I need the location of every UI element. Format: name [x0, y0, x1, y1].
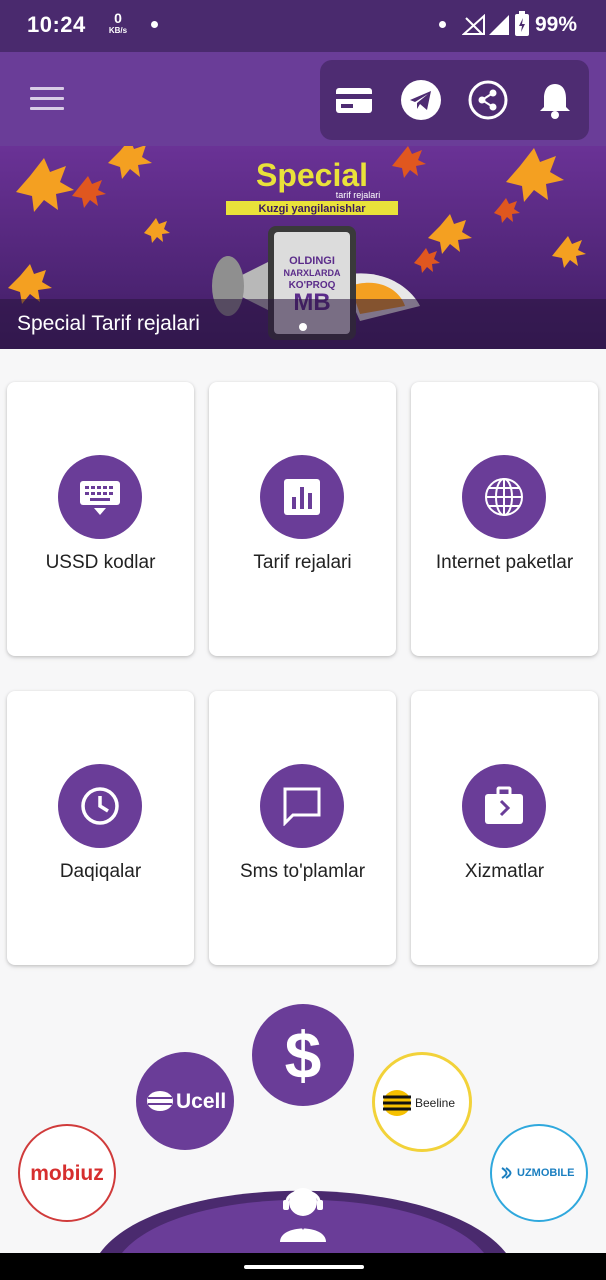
support-agent-icon[interactable]	[276, 1180, 330, 1242]
battery-percent: 99%	[535, 13, 578, 36]
operator-uzmobile[interactable]: UZMOBILE	[490, 1124, 588, 1222]
svg-text:NARXLARDA: NARXLARDA	[284, 268, 341, 278]
card-icon[interactable]	[334, 80, 374, 120]
network-speed: 0 KB/s	[108, 10, 128, 36]
globe-icon	[462, 455, 546, 539]
battery-icon	[515, 11, 529, 36]
menu-card-label: USSD kodlar	[45, 552, 156, 573]
clock-icon	[58, 764, 142, 848]
carousel-indicator[interactable]	[299, 323, 307, 331]
svg-text:Kuzgi yangilanishlar: Kuzgi yangilanishlar	[259, 203, 367, 215]
menu-card-label: Daqiqalar	[59, 861, 142, 882]
operator-mobiuz[interactable]: mobiuz	[18, 1124, 116, 1222]
menu-card-services[interactable]: Xizmatlar	[411, 691, 598, 965]
home-gesture-bar[interactable]	[244, 1265, 364, 1269]
menu-card-internet[interactable]: Internet paketlar	[411, 382, 598, 656]
system-nav-bar	[0, 1253, 606, 1280]
telegram-icon[interactable]	[401, 80, 441, 120]
hamburger-menu-icon[interactable]	[30, 87, 64, 111]
svg-text:tarif rejalari: tarif rejalari	[336, 190, 381, 200]
share-icon[interactable]	[468, 80, 508, 120]
briefcase-icon	[462, 764, 546, 848]
status-bar: 10:24 0 KB/s 99%	[0, 0, 606, 52]
promo-banner[interactable]: Special tarif rejalari Kuzgi yangilanish…	[0, 146, 606, 349]
menu-card-label: Sms to'plamlar	[239, 861, 366, 882]
balance-button[interactable]: $	[252, 1004, 354, 1106]
wifi-off-icon	[462, 14, 485, 35]
bell-icon[interactable]	[535, 80, 575, 120]
app-bar	[0, 52, 606, 146]
svg-text:OLDINGI: OLDINGI	[289, 255, 335, 267]
menu-card-ussd[interactable]: USSD kodlar	[7, 382, 194, 656]
bar-chart-icon	[260, 455, 344, 539]
menu-card-label: Tarif rejalari	[253, 552, 352, 573]
menu-card-label: Internet paketlar	[435, 552, 574, 573]
operator-ucell[interactable]: Ucell	[136, 1052, 234, 1150]
chat-icon	[260, 764, 344, 848]
menu-card-tariffs[interactable]: Tarif rejalari	[209, 382, 396, 656]
menu-card-minutes[interactable]: Daqiqalar	[7, 691, 194, 965]
notification-dot	[439, 21, 446, 28]
notification-dot	[151, 21, 158, 28]
signal-icon	[489, 15, 509, 35]
menu-card-sms[interactable]: Sms to'plamlar	[209, 691, 396, 965]
operator-beeline[interactable]: Beeline	[372, 1052, 472, 1152]
svg-text:Special: Special	[256, 157, 368, 193]
banner-title: Special Tarif rejalari	[17, 312, 200, 335]
beeline-logo-icon	[383, 1090, 411, 1116]
keyboard-icon	[58, 455, 142, 539]
ucell-logo-icon	[147, 1091, 173, 1111]
status-time: 10:24	[27, 12, 86, 37]
uzmobile-logo-icon	[501, 1167, 512, 1179]
menu-card-label: Xizmatlar	[464, 861, 545, 882]
app-bar-actions	[320, 60, 589, 140]
